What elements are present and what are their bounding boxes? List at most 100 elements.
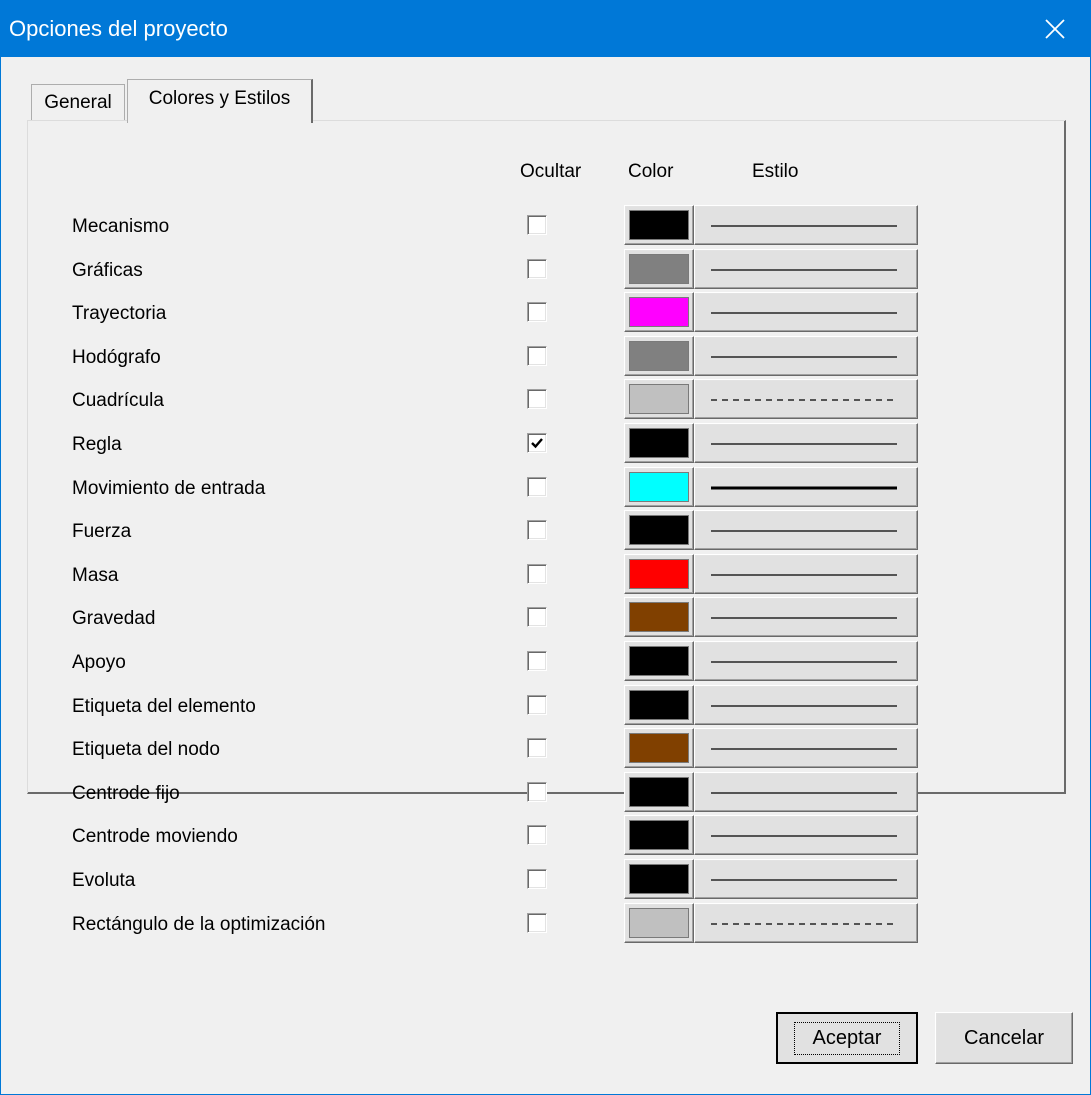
line-style-button[interactable] xyxy=(694,597,918,638)
color-swatch xyxy=(629,820,689,851)
color-button[interactable] xyxy=(624,510,694,551)
color-button[interactable] xyxy=(624,815,694,856)
color-swatch xyxy=(629,515,689,546)
color-button[interactable] xyxy=(624,466,694,507)
row-label: Centrode moviendo xyxy=(72,826,238,848)
color-swatch xyxy=(629,340,689,371)
tab-colors-styles[interactable]: Colores y Estilos xyxy=(127,79,313,123)
line-style-button[interactable] xyxy=(694,379,918,420)
hide-checkbox[interactable] xyxy=(527,825,547,846)
color-button[interactable] xyxy=(624,423,694,463)
style-row: Hodógrafo xyxy=(28,335,1028,377)
style-row: Cuadrícula xyxy=(28,379,1028,420)
row-label: Mecanismo xyxy=(72,216,170,237)
line-style-button[interactable] xyxy=(694,771,918,812)
close-icon xyxy=(1045,19,1065,39)
line-style-button[interactable] xyxy=(694,684,918,725)
color-button[interactable] xyxy=(624,205,694,245)
hide-checkbox[interactable] xyxy=(527,563,547,584)
line-style-button[interactable] xyxy=(694,641,918,681)
row-label: Trayectoria xyxy=(72,303,167,325)
close-button[interactable] xyxy=(1020,1,1090,57)
hide-checkbox[interactable] xyxy=(527,651,547,671)
color-button[interactable] xyxy=(624,684,694,725)
hide-checkbox[interactable] xyxy=(527,345,547,366)
line-style-button[interactable] xyxy=(694,466,918,507)
color-swatch xyxy=(629,907,689,938)
color-swatch xyxy=(629,210,689,240)
hide-checkbox[interactable] xyxy=(527,781,547,802)
line-style-preview xyxy=(711,356,897,358)
line-style-preview xyxy=(711,704,897,707)
line-style-button[interactable] xyxy=(694,728,918,769)
hide-checkbox[interactable] xyxy=(527,433,547,453)
title-bar[interactable]: Opciones del proyecto xyxy=(1,1,1090,57)
color-swatch xyxy=(629,776,689,807)
line-style-preview xyxy=(711,792,897,794)
color-button[interactable] xyxy=(624,379,694,420)
line-style-button[interactable] xyxy=(694,510,918,551)
style-row: Fuerza xyxy=(28,510,1028,551)
color-button[interactable] xyxy=(624,553,694,594)
color-swatch xyxy=(629,864,689,894)
style-row: Trayectoria xyxy=(28,292,1028,333)
ok-button[interactable]: Aceptar xyxy=(776,1012,918,1064)
line-style-preview xyxy=(711,748,897,750)
line-style-button[interactable] xyxy=(694,205,918,245)
line-style-button[interactable] xyxy=(694,815,918,856)
hide-checkbox[interactable] xyxy=(527,912,547,933)
line-style-button[interactable] xyxy=(694,553,918,594)
project-options-dialog: Opciones del proyecto General Colores y … xyxy=(0,0,1091,1095)
line-style-button[interactable] xyxy=(694,859,918,899)
style-row: Etiqueta del nodo xyxy=(28,728,1028,769)
row-label: Fuerza xyxy=(72,521,132,543)
style-row: Gravedad xyxy=(28,597,1028,638)
color-button[interactable] xyxy=(624,335,694,376)
style-row: Regla xyxy=(28,423,1028,464)
cancel-button[interactable]: Cancelar xyxy=(935,1012,1073,1064)
line-style-preview xyxy=(711,922,897,925)
checkmark-icon xyxy=(531,438,543,449)
line-style-button[interactable] xyxy=(694,335,918,376)
color-button[interactable] xyxy=(624,771,694,812)
hide-checkbox[interactable] xyxy=(527,607,547,628)
color-swatch xyxy=(629,384,689,415)
hide-checkbox[interactable] xyxy=(527,302,547,323)
line-style-button[interactable] xyxy=(694,423,918,463)
tab-colors-styles-label: Colores y Estilos xyxy=(148,87,291,109)
column-header-style: Estilo xyxy=(752,161,799,182)
hide-checkbox[interactable] xyxy=(527,738,547,759)
row-label: Gravedad xyxy=(72,608,156,630)
hide-checkbox[interactable] xyxy=(527,869,547,889)
line-style-button[interactable] xyxy=(694,292,918,333)
line-style-button[interactable] xyxy=(694,248,918,289)
color-swatch xyxy=(629,471,689,502)
hide-checkbox[interactable] xyxy=(527,215,547,235)
colors-styles-panel: Ocultar Color Estilo Mecanismo Gráficas Tr… xyxy=(27,120,1066,943)
row-label: Masa xyxy=(72,564,119,586)
color-button[interactable] xyxy=(624,292,694,333)
column-header-hide: Ocultar xyxy=(520,161,582,182)
line-style-preview xyxy=(711,835,897,838)
color-button[interactable] xyxy=(624,597,694,638)
row-label: Regla xyxy=(72,434,122,455)
color-button[interactable] xyxy=(624,859,694,899)
hide-checkbox[interactable] xyxy=(527,258,547,279)
color-button[interactable] xyxy=(624,728,694,769)
line-style-preview xyxy=(711,574,897,576)
style-row: Gráficas xyxy=(28,248,1028,290)
hide-checkbox[interactable] xyxy=(527,520,547,541)
style-row: Mecanismo xyxy=(28,205,1028,246)
line-style-preview xyxy=(711,268,897,271)
color-button[interactable] xyxy=(624,248,694,289)
hide-checkbox[interactable] xyxy=(527,476,547,497)
style-row: Etiqueta del elemento xyxy=(28,684,1028,726)
hide-checkbox[interactable] xyxy=(527,389,547,410)
tab-general-label: General xyxy=(44,91,112,113)
tab-general[interactable]: General xyxy=(31,84,125,120)
color-button[interactable] xyxy=(624,641,694,681)
row-label: Etiqueta del elemento xyxy=(72,695,256,717)
color-button[interactable] xyxy=(624,902,694,943)
line-style-button[interactable] xyxy=(694,902,918,943)
hide-checkbox[interactable] xyxy=(527,694,547,715)
